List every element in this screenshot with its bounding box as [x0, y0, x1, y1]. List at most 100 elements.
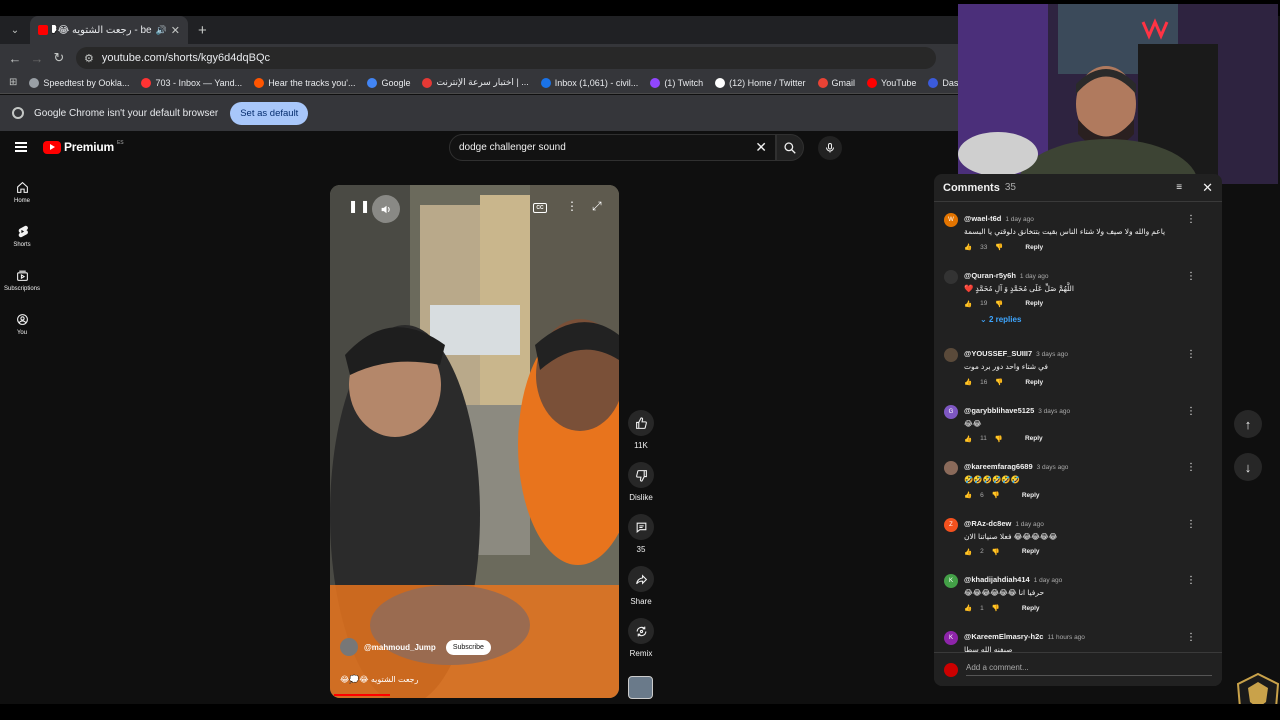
apps-icon[interactable]: ⊞	[9, 77, 17, 88]
reply-button[interactable]: Reply	[1025, 379, 1043, 386]
comment-author[interactable]: @khadijahdiah414	[964, 575, 1030, 584]
search-button[interactable]	[776, 134, 804, 161]
more-options-icon[interactable]: ⋮	[566, 199, 578, 213]
add-comment-input[interactable]: Add a comment...	[966, 663, 1212, 676]
dislike-icon[interactable]: 👎	[995, 243, 1003, 251]
like-button[interactable]	[628, 410, 654, 436]
progress-bar[interactable]	[334, 694, 391, 696]
commenter-avatar[interactable]	[944, 269, 958, 284]
commenter-avatar[interactable]	[944, 348, 958, 362]
dislike-icon[interactable]: 👎	[992, 491, 1000, 499]
bookmark-2[interactable]: 703 - Inbox — Yand...	[141, 77, 242, 88]
comment-menu-icon[interactable]: ⋮	[1186, 575, 1196, 586]
active-tab[interactable]: be - رجعت الشتويه 😂💭😂 🔊 ✕	[30, 16, 188, 44]
comment-time[interactable]: 3 days ago	[1038, 408, 1070, 415]
sort-icon[interactable]: ≡	[1176, 182, 1182, 193]
reply-button[interactable]: Reply	[1025, 244, 1043, 251]
captions-icon[interactable]: CC	[533, 203, 547, 213]
audio-playing-icon[interactable]: 🔊	[156, 25, 167, 36]
youtube-logo[interactable]: Premium ES	[43, 140, 124, 154]
commenter-avatar[interactable]: K	[944, 574, 958, 588]
comment-time[interactable]: 1 day ago	[1020, 273, 1049, 280]
comment-time[interactable]: 1 day ago	[1005, 216, 1034, 223]
sound-thumbnail[interactable]	[628, 676, 653, 699]
comment-time[interactable]: 3 days ago	[1037, 464, 1069, 471]
site-info-icon[interactable]: ⚙	[84, 52, 94, 65]
like-icon[interactable]: 👍	[964, 435, 972, 443]
comment-author[interactable]: @wael-t6d	[964, 214, 1001, 223]
set-default-button[interactable]: Set as default	[230, 101, 309, 125]
remix-button[interactable]	[628, 618, 654, 644]
commenter-avatar[interactable]: Z	[944, 517, 958, 532]
share-button[interactable]	[628, 566, 654, 592]
comment-author[interactable]: @kareemfarag6689	[964, 462, 1033, 471]
tab-search-button[interactable]: ⌄	[4, 19, 26, 41]
commenter-avatar[interactable]: W	[944, 213, 958, 227]
comment-author[interactable]: @Quran-r5y6h	[964, 271, 1016, 280]
bookmark-9[interactable]: Gmail	[817, 77, 855, 88]
bookmark-4[interactable]: Google	[367, 77, 410, 88]
forward-button[interactable]: →	[26, 51, 48, 66]
search-input[interactable]: dodge challenger sound	[459, 142, 566, 153]
close-tab-icon[interactable]: ✕	[171, 24, 180, 37]
bookmark-3[interactable]: Hear the tracks you'...	[254, 77, 355, 88]
reply-button[interactable]: Reply	[1025, 300, 1043, 307]
view-replies-button[interactable]: ⌄ 2 replies	[980, 315, 1021, 324]
reply-button[interactable]: Reply	[1025, 435, 1043, 442]
bookmark-5[interactable]: اختبار سرعة الإنترنت | ...	[422, 77, 529, 88]
omnibox[interactable]: ⚙ youtube.com/shorts/kgy6d4dqBQc	[76, 47, 936, 69]
bookmark-6[interactable]: Inbox (1,061) - civil...	[540, 77, 638, 88]
comment-menu-icon[interactable]: ⋮	[1186, 349, 1196, 360]
dislike-button[interactable]	[628, 462, 654, 488]
pause-icon[interactable]: ❚❚	[348, 199, 372, 213]
comment-menu-icon[interactable]: ⋮	[1186, 519, 1196, 530]
nav-shorts[interactable]: Shorts	[0, 214, 44, 258]
like-icon[interactable]: 👍	[964, 548, 972, 556]
volume-button[interactable]	[372, 195, 400, 223]
comment-time[interactable]: 1 day ago	[1015, 521, 1044, 528]
comment-menu-icon[interactable]: ⋮	[1186, 271, 1196, 282]
subscribe-button[interactable]: Subscribe	[445, 639, 491, 655]
commenter-avatar[interactable]: G	[944, 404, 958, 419]
reply-button[interactable]: Reply	[1022, 492, 1040, 499]
channel-avatar[interactable]	[340, 638, 358, 656]
bookmark-8[interactable]: (12) Home / Twitter	[715, 77, 806, 88]
new-tab-button[interactable]: +	[198, 22, 207, 39]
commenter-avatar[interactable]	[944, 461, 958, 475]
short-title[interactable]: رجعت الشتويه 😂💭😂	[340, 675, 418, 684]
nav-you[interactable]: You	[0, 302, 44, 346]
dislike-icon[interactable]: 👎	[995, 300, 1003, 308]
next-short-button[interactable]: ↓	[1234, 453, 1262, 481]
comment-author[interactable]: @garybblihave5125	[964, 406, 1034, 415]
comment-time[interactable]: 3 days ago	[1036, 351, 1068, 358]
like-icon[interactable]: 👍	[964, 604, 972, 612]
bookmark-7[interactable]: (1) Twitch	[650, 77, 703, 88]
like-icon[interactable]: 👍	[964, 378, 972, 386]
comment-menu-icon[interactable]: ⋮	[1186, 632, 1196, 643]
comments-button[interactable]	[628, 514, 654, 540]
like-icon[interactable]: 👍	[964, 300, 972, 308]
voice-search-button[interactable]	[818, 136, 842, 160]
comment-menu-icon[interactable]: ⋮	[1186, 214, 1196, 225]
back-button[interactable]: ←	[4, 51, 26, 66]
fullscreen-icon[interactable]: ⤢	[592, 199, 602, 214]
reply-button[interactable]: Reply	[1022, 605, 1040, 612]
previous-short-button[interactable]: ↑	[1234, 410, 1262, 438]
bookmark-10[interactable]: YouTube	[867, 77, 916, 88]
shorts-video-player[interactable]: ❚❚ CC ⋮ ⤢ @mahmoud_Jump Subscribe رجعت ا…	[330, 185, 619, 698]
channel-name[interactable]: @mahmoud_Jump	[364, 643, 436, 652]
comment-time[interactable]: 11 hours ago	[1047, 634, 1084, 641]
comment-menu-icon[interactable]: ⋮	[1186, 462, 1196, 473]
like-icon[interactable]: 👍	[964, 243, 972, 251]
hamburger-menu-icon[interactable]	[15, 142, 27, 152]
comment-author[interactable]: @KareemElmasry-h2c	[964, 632, 1043, 641]
dislike-icon[interactable]: 👎	[992, 604, 1000, 612]
reload-button[interactable]: ↻	[48, 50, 70, 66]
comment-author[interactable]: @RAz-dc8ew	[964, 519, 1011, 528]
reply-button[interactable]: Reply	[1022, 548, 1040, 555]
commenter-avatar[interactable]: K	[944, 630, 958, 645]
comment-author[interactable]: @YOUSSEF_SUIII7	[964, 349, 1032, 358]
dislike-icon[interactable]: 👎	[995, 435, 1003, 443]
bookmark-1[interactable]: Speedtest by Ookla...	[29, 77, 129, 88]
like-icon[interactable]: 👍	[964, 491, 972, 499]
